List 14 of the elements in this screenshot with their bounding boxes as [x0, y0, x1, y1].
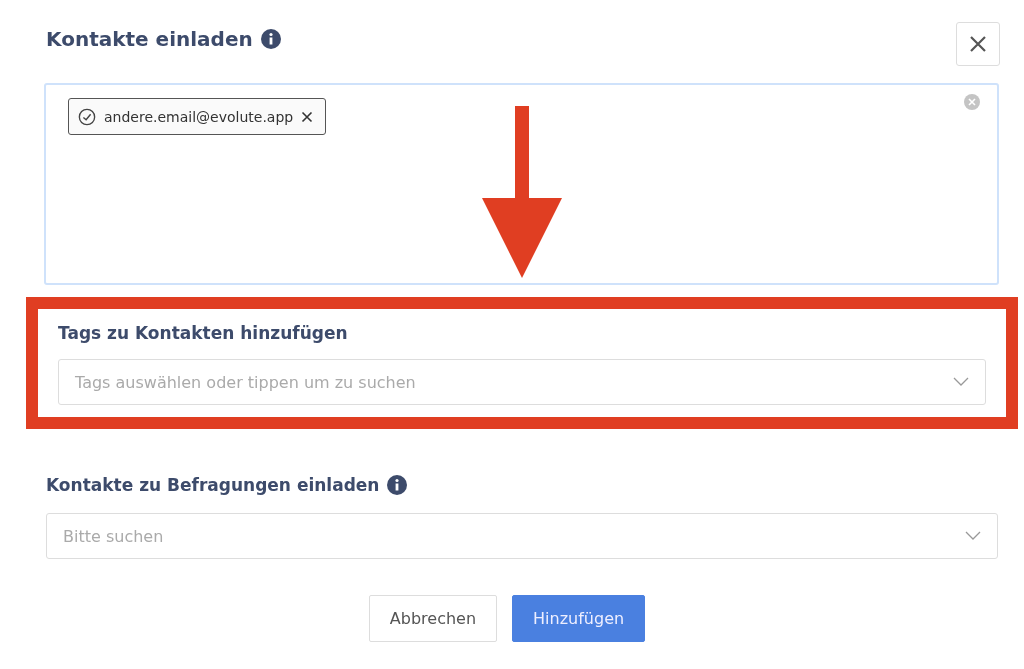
cancel-button[interactable]: Abbrechen — [368, 595, 498, 642]
info-icon[interactable] — [387, 475, 408, 495]
field-label: Kontakte zu Befragungen einladen — [46, 475, 380, 495]
remove-icon[interactable] — [301, 110, 314, 123]
info-icon[interactable] — [260, 29, 281, 49]
close-button[interactable] — [956, 22, 1000, 66]
close-icon — [968, 34, 988, 54]
dialog-title: Kontakte einladen — [46, 27, 253, 51]
field-label: Tags zu Kontakten hinzufügen — [58, 323, 349, 343]
email-input-field[interactable]: andere.email@evolute.app — [44, 83, 999, 285]
email-chip[interactable]: andere.email@evolute.app — [68, 98, 327, 135]
chevron-down-icon — [953, 377, 969, 387]
chevron-down-icon — [965, 531, 981, 541]
chip-label: andere.email@evolute.app — [104, 108, 294, 125]
